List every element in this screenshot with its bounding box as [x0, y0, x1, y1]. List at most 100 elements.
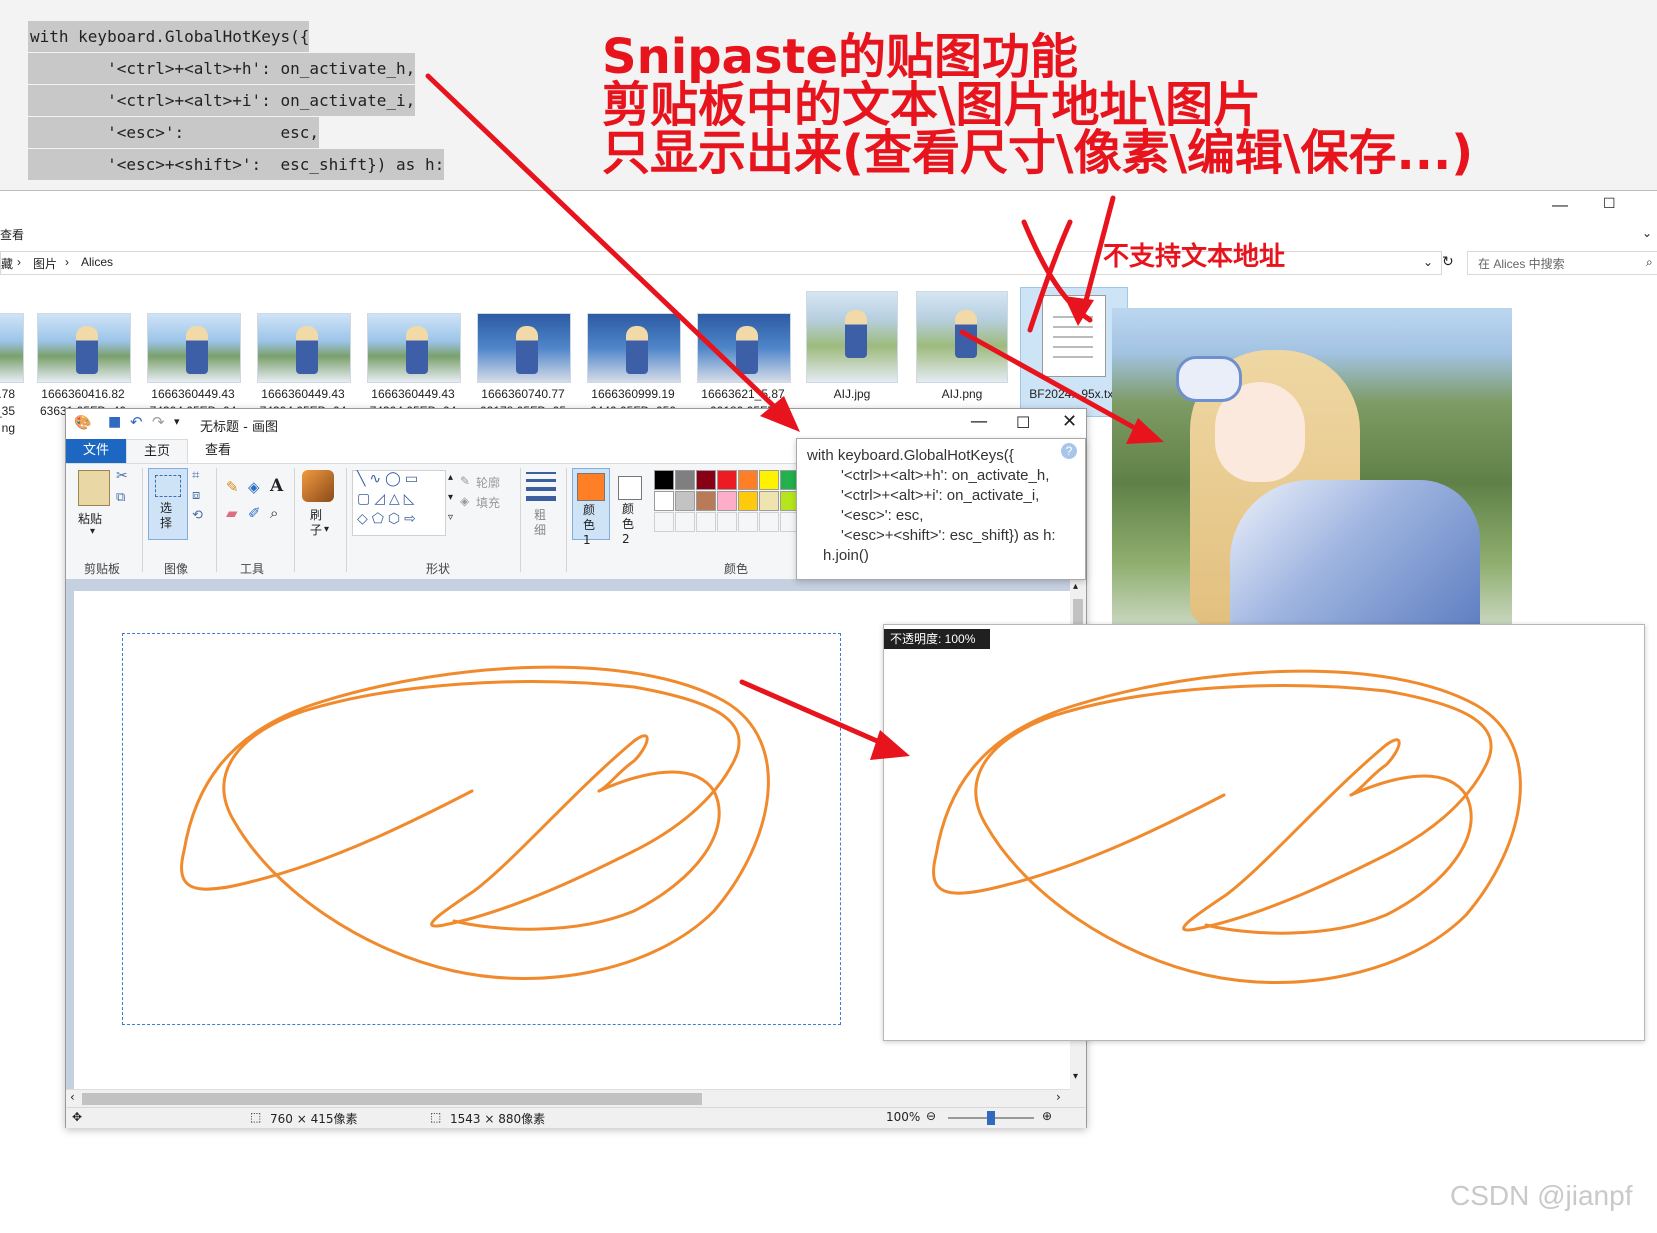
copy-icon[interactable]: ⧉ — [116, 490, 125, 505]
minimize-icon[interactable]: — — [1552, 197, 1568, 215]
clipboard-text-popup[interactable]: with keyboard.GlobalHotKeys({ '<ctrl>+<a… — [796, 438, 1086, 580]
tab-view[interactable]: 查看 — [188, 439, 248, 463]
help-icon[interactable]: ? — [1061, 443, 1077, 459]
file-thumbnail[interactable] — [806, 291, 898, 383]
color-picker-icon[interactable]: ✐ — [248, 504, 261, 522]
scroll-right-icon[interactable]: › — [1056, 1090, 1061, 1104]
scroll-down-icon[interactable]: ▾ — [448, 492, 453, 503]
size-button[interactable]: 粗细 — [534, 508, 548, 538]
close-icon[interactable]: ✕ — [1062, 411, 1077, 432]
custom-color-swatch[interactable] — [717, 512, 737, 532]
search-input[interactable]: 在 Alices 中搜索 ⌕ — [1467, 251, 1657, 275]
shape-row-icon[interactable]: ◇⬠⬡⇨ — [357, 511, 420, 527]
breadcrumb-folder[interactable]: 图片 — [33, 255, 57, 272]
color-swatch[interactable] — [717, 491, 737, 511]
size-icon[interactable] — [526, 470, 556, 501]
brush-button[interactable]: 刷子 — [310, 508, 324, 538]
breadcrumb-current[interactable]: Alices — [81, 255, 113, 269]
paste-button[interactable]: 粘贴 — [78, 510, 102, 527]
scroll-down-icon[interactable]: ▾ — [1073, 1071, 1078, 1082]
eraser-icon[interactable]: ▰ — [226, 504, 238, 522]
color-swatch[interactable] — [696, 491, 716, 511]
shape-row-icon[interactable]: ▢◿△◺ — [357, 491, 419, 507]
pencil-icon[interactable]: ✎ — [226, 478, 239, 496]
fill-icon[interactable]: ◈ — [460, 494, 469, 508]
color-swatch[interactable] — [696, 470, 716, 490]
zoom-in-icon[interactable]: ⊕ — [1042, 1109, 1052, 1123]
custom-color-swatch[interactable] — [654, 512, 674, 532]
outline-icon[interactable]: ✎ — [460, 474, 470, 488]
color-swatch[interactable] — [738, 491, 758, 511]
scrollbar-thumb[interactable] — [82, 1093, 702, 1105]
file-name: 1666360449.43 — [261, 387, 345, 401]
fill-button[interactable]: 填充 — [476, 494, 500, 511]
breadcrumb-root[interactable]: 藏 — [1, 255, 13, 272]
text-tool-icon[interactable]: A — [270, 476, 283, 496]
file-thumbnail[interactable] — [0, 313, 24, 383]
rotate-icon[interactable]: ⟲ — [192, 508, 203, 523]
color-swatch[interactable] — [654, 470, 674, 490]
file-thumbnail[interactable] — [257, 313, 351, 383]
scroll-left-icon[interactable]: ‹ — [70, 1090, 75, 1104]
zoom-out-icon[interactable]: ⊖ — [926, 1109, 936, 1123]
color-swatch[interactable] — [717, 470, 737, 490]
magnifier-icon[interactable]: ⌕ — [270, 504, 278, 522]
chevron-down-icon[interactable]: ⌄ — [1642, 226, 1652, 240]
outline-button[interactable]: 轮廓 — [476, 474, 500, 491]
customize-quick-access-icon[interactable]: ▾ — [174, 415, 180, 428]
expand-icon[interactable]: ▿ — [448, 512, 453, 523]
maximize-icon[interactable]: ☐ — [1016, 413, 1030, 432]
file-name: 16663621_5.87 — [701, 387, 785, 401]
dropdown-icon[interactable]: ⌄ — [1423, 255, 1433, 269]
color1-button[interactable]: 颜色 1 — [572, 468, 610, 547]
file-thumbnail[interactable] — [916, 291, 1008, 383]
group-divider — [566, 468, 567, 572]
paste-icon[interactable] — [78, 470, 110, 506]
color-swatch[interactable] — [675, 470, 695, 490]
custom-color-swatch[interactable] — [696, 512, 716, 532]
color-swatch[interactable] — [654, 491, 674, 511]
pasted-scribble-window[interactable]: 不透明度: 100% — [883, 624, 1645, 1041]
file-name: AIJ.jpg — [833, 387, 871, 401]
undo-icon[interactable]: ↶ — [130, 413, 143, 431]
crop-icon[interactable]: ⌗ — [192, 468, 199, 483]
horizontal-scrollbar[interactable]: ‹ › — [66, 1089, 1070, 1108]
color-swatch[interactable] — [759, 491, 779, 511]
cut-icon[interactable]: ✂ — [116, 468, 128, 484]
chevron-down-icon[interactable]: ▾ — [324, 524, 329, 535]
select-button[interactable]: 选择 — [148, 468, 188, 540]
file-thumbnail[interactable] — [37, 313, 131, 383]
minimize-icon[interactable]: — — [970, 411, 988, 432]
file-thumbnail[interactable] — [697, 313, 791, 383]
shapes-gallery[interactable]: ╲∿◯▭ ▢◿△◺ ◇⬠⬡⇨ — [352, 470, 446, 536]
chevron-down-icon[interactable]: ▾ — [90, 526, 95, 537]
orange-scribble — [932, 669, 1522, 984]
tab-file[interactable]: 文件 — [66, 439, 126, 463]
shape-row-icon[interactable]: ╲∿◯▭ — [357, 471, 422, 487]
maximize-icon[interactable]: ☐ — [1603, 195, 1616, 212]
custom-color-swatch[interactable] — [759, 512, 779, 532]
breadcrumb-separator-icon: › — [17, 255, 21, 269]
fill-bucket-icon[interactable]: ◈ — [248, 478, 260, 496]
save-icon[interactable]: ■ — [108, 414, 121, 430]
menu-view[interactable]: 查看 — [0, 226, 24, 243]
file-thumbnail[interactable] — [587, 313, 681, 383]
custom-color-swatch[interactable] — [738, 512, 758, 532]
tab-home[interactable]: 主页 — [126, 439, 188, 464]
resize-icon[interactable]: ⧈ — [192, 488, 200, 503]
file-thumbnail[interactable] — [147, 313, 241, 383]
search-placeholder: 在 Alices 中搜索 — [1478, 257, 1565, 271]
color2-button[interactable]: 颜色 2 — [612, 468, 648, 546]
scroll-up-icon[interactable]: ▴ — [1073, 581, 1078, 592]
file-thumbnail[interactable] — [367, 313, 461, 383]
redo-icon[interactable]: ↷ — [152, 413, 165, 431]
file-thumbnail[interactable] — [477, 313, 571, 383]
color-swatch[interactable] — [675, 491, 695, 511]
scroll-up-icon[interactable]: ▴ — [448, 472, 453, 483]
zoom-slider-thumb[interactable] — [987, 1111, 995, 1125]
brush-icon[interactable] — [302, 470, 334, 502]
refresh-icon[interactable]: ↻ — [1442, 253, 1454, 270]
color-swatch[interactable] — [738, 470, 758, 490]
color-swatch[interactable] — [759, 470, 779, 490]
custom-color-swatch[interactable] — [675, 512, 695, 532]
